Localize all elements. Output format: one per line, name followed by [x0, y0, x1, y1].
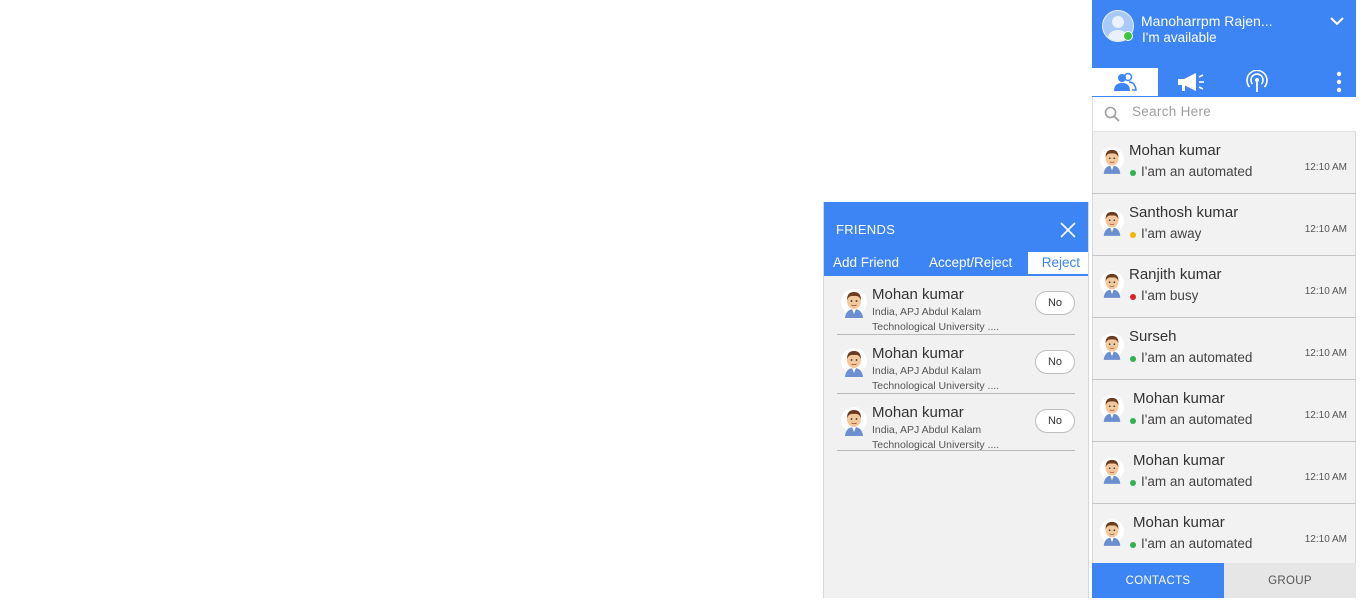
contact-time: 12:10 AM — [1304, 410, 1347, 421]
contact-status: I'am an automated — [1141, 164, 1253, 179]
contact-name: Surseh — [1129, 328, 1177, 345]
tab-accept-reject[interactable]: Accept/Reject — [920, 252, 1028, 276]
request-name: Mohan kumar — [872, 345, 964, 362]
contact-name: Mohan kumar — [1133, 390, 1225, 407]
bottom-tabs: CONTACTS GROUP — [1092, 563, 1356, 598]
avatar — [1100, 393, 1124, 428]
avatar — [841, 406, 867, 441]
request-location: India, APJ Abdul Kalam — [872, 306, 982, 318]
contact-item[interactable]: Mohan kumar I'am an automated 12:10 AM — [1092, 132, 1356, 194]
friends-title: FRIENDS — [836, 222, 896, 237]
request-location: India, APJ Abdul Kalam — [872, 424, 982, 436]
contact-time: 12:10 AM — [1304, 162, 1347, 173]
contact-item[interactable]: Santhosh kumar I'am away 12:10 AM — [1092, 194, 1356, 256]
friend-request-list: Mohan kumar India, APJ Abdul Kalam Techn… — [824, 276, 1088, 451]
search-bar — [1092, 97, 1356, 132]
broadcast-tab[interactable] — [1242, 68, 1272, 96]
chevron-down-icon[interactable] — [1330, 16, 1344, 26]
avatar — [1100, 269, 1124, 304]
request-location: India, APJ Abdul Kalam — [872, 365, 982, 377]
user-status[interactable]: I'm available — [1142, 30, 1217, 45]
request-details: India, APJ Abdul Kalam Technological Uni… — [872, 364, 1022, 394]
friend-request-item: Mohan kumar India, APJ Abdul Kalam Techn… — [837, 276, 1075, 335]
no-button[interactable]: No — [1035, 350, 1075, 374]
close-icon[interactable] — [1058, 220, 1078, 240]
contact-status: I'am an automated — [1141, 536, 1253, 551]
contact-list: Mohan kumar I'am an automated 12:10 AM S… — [1092, 132, 1356, 565]
presence-dot — [1130, 480, 1136, 486]
contact-status: I'am an automated — [1141, 412, 1253, 427]
contact-time: 12:10 AM — [1304, 472, 1347, 483]
tab-add-friend[interactable]: Add Friend — [824, 252, 920, 276]
request-details: India, APJ Abdul Kalam Technological Uni… — [872, 423, 1022, 453]
presence-dot — [1130, 294, 1136, 300]
more-options-button[interactable] — [1330, 68, 1348, 96]
avatar — [841, 288, 867, 323]
presence-dot — [1130, 232, 1136, 238]
avatar — [1100, 207, 1124, 242]
presence-dot — [1130, 418, 1136, 424]
avatar — [841, 347, 867, 382]
contact-time: 12:10 AM — [1304, 348, 1347, 359]
search-input[interactable] — [1130, 103, 1344, 120]
contact-name: Mohan kumar — [1133, 514, 1225, 531]
friend-request-item: Mohan kumar India, APJ Abdul Kalam Techn… — [837, 394, 1075, 451]
contact-time: 12:10 AM — [1304, 224, 1347, 235]
contact-name: Mohan kumar — [1133, 452, 1225, 469]
announcements-tab[interactable] — [1172, 68, 1210, 96]
contact-name: Santhosh kumar — [1129, 204, 1239, 221]
contacts-tab[interactable] — [1092, 68, 1158, 96]
contact-item[interactable]: Mohan kumar I'am an automated 12:10 AM — [1092, 504, 1356, 565]
avatar — [1100, 517, 1124, 552]
more-vertical-icon — [1336, 71, 1342, 93]
no-button[interactable]: No — [1035, 409, 1075, 433]
contact-status: I'am an automated — [1141, 350, 1253, 365]
contact-name: Mohan kumar — [1129, 142, 1221, 159]
contact-status: I'am busy — [1141, 288, 1199, 303]
contact-name: Ranjith kumar — [1129, 266, 1222, 283]
megaphone-icon — [1178, 73, 1204, 91]
user-name: Manoharrpm Rajen... — [1141, 13, 1273, 29]
friends-tabs: Add Friend Accept/Reject Reject — [824, 252, 1088, 276]
request-name: Mohan kumar — [872, 404, 964, 421]
request-university: Technological University .... — [872, 321, 1000, 333]
search-icon — [1104, 106, 1120, 122]
tab-reject[interactable]: Reject — [1028, 252, 1088, 276]
broadcast-icon — [1246, 70, 1268, 92]
request-university: Technological University .... — [872, 439, 1000, 451]
chat-toolbar — [1092, 68, 1356, 97]
contact-status: I'am an automated — [1141, 474, 1253, 489]
contact-item[interactable]: Surseh I'am an automated 12:10 AM — [1092, 318, 1356, 380]
presence-dot — [1130, 542, 1136, 548]
contact-status: I'am away — [1141, 226, 1202, 241]
request-university: Technological University .... — [872, 380, 1000, 392]
avatar — [1100, 145, 1124, 180]
contact-item[interactable]: Mohan kumar I'am an automated 12:10 AM — [1092, 442, 1356, 504]
contact-item[interactable]: Ranjith kumar I'am busy 12:10 AM — [1092, 256, 1356, 318]
contact-time: 12:10 AM — [1304, 286, 1347, 297]
chat-header: Manoharrpm Rajen... I'm available — [1092, 0, 1356, 68]
friend-request-item: Mohan kumar India, APJ Abdul Kalam Techn… — [837, 335, 1075, 394]
tab-group[interactable]: GROUP — [1224, 563, 1356, 598]
friends-header: FRIENDS Add Friend Accept/Reject Reject — [824, 202, 1088, 276]
tab-contacts[interactable]: CONTACTS — [1092, 563, 1224, 598]
avatar — [1100, 455, 1124, 490]
contact-time: 12:10 AM — [1304, 534, 1347, 545]
avatar — [1100, 331, 1124, 366]
chat-sidebar: Manoharrpm Rajen... I'm available Search… — [1092, 0, 1356, 598]
no-button[interactable]: No — [1035, 291, 1075, 315]
contacts-icon — [1114, 72, 1137, 91]
presence-dot — [1130, 356, 1136, 362]
request-name: Mohan kumar — [872, 286, 964, 303]
online-status-dot — [1123, 31, 1133, 41]
friends-panel: FRIENDS Add Friend Accept/Reject Reject — [823, 202, 1089, 598]
presence-dot — [1130, 170, 1136, 176]
contact-item[interactable]: Mohan kumar I'am an automated 12:10 AM — [1092, 380, 1356, 442]
request-details: India, APJ Abdul Kalam Technological Uni… — [872, 305, 1022, 335]
